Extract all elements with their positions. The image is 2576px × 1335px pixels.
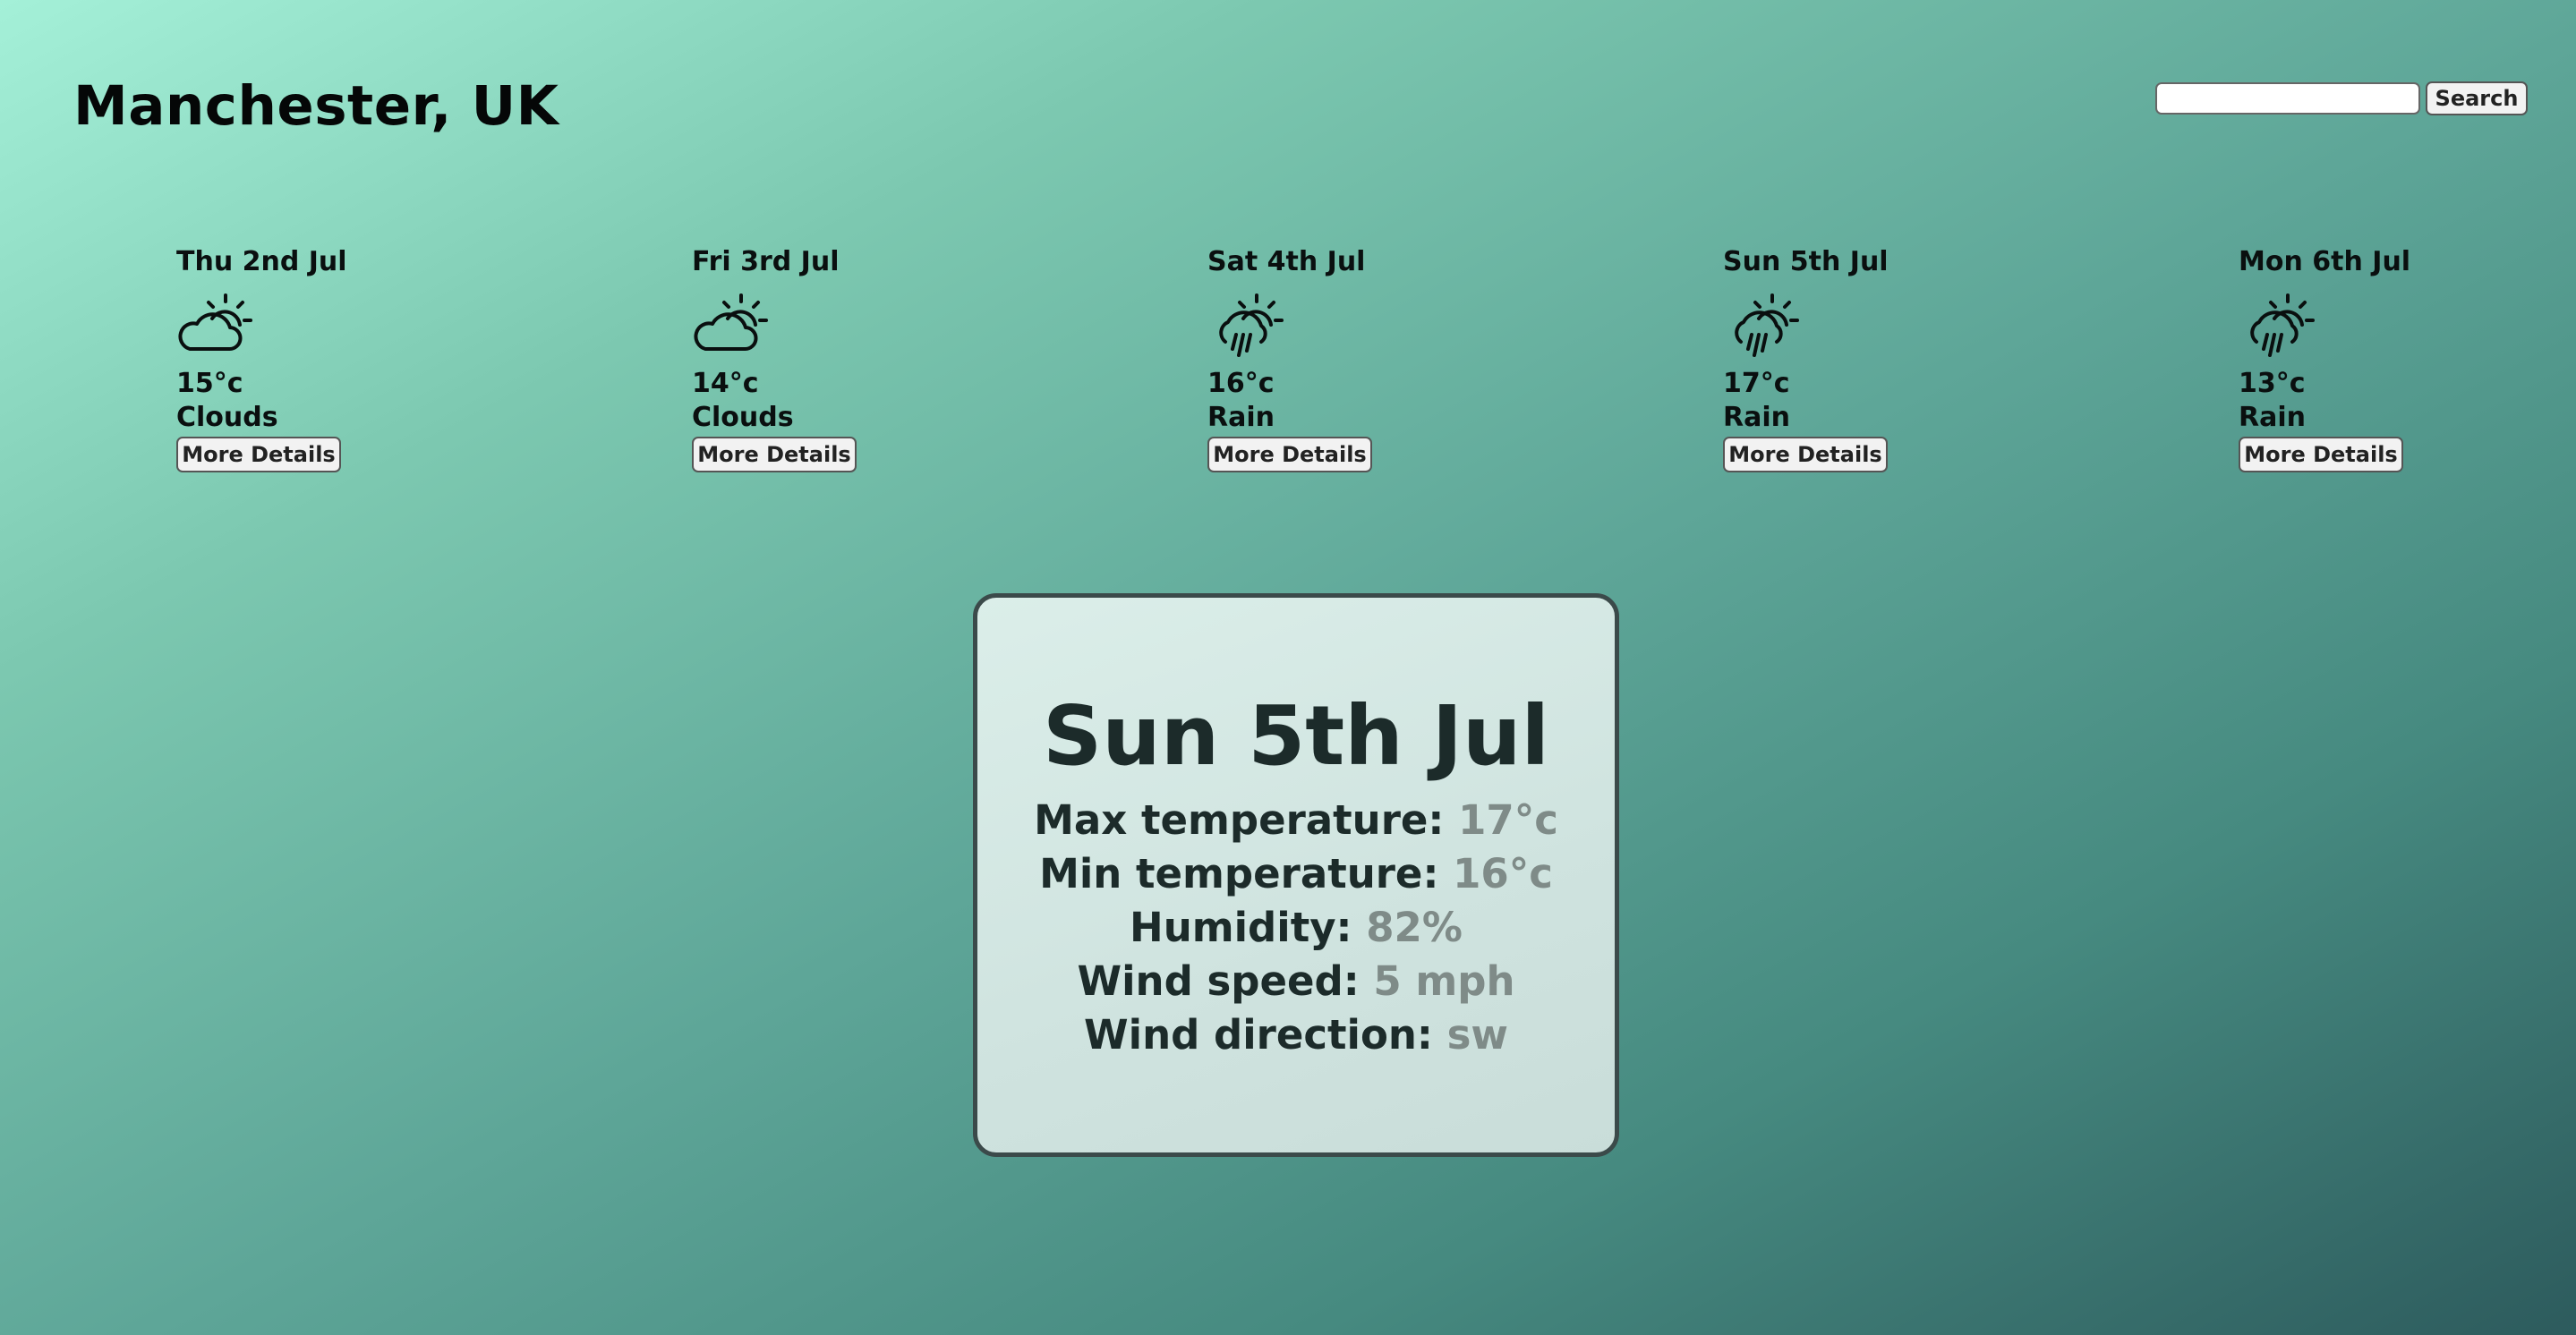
forecast-description: Clouds: [176, 402, 278, 433]
forecast-day-card: Thu 2nd Jul 15°c Clouds More Details: [176, 238, 409, 472]
more-details-button[interactable]: More Details: [692, 437, 857, 472]
weather-detail-panel: Sun 5th Jul Max temperature: 17°c Min te…: [973, 593, 1619, 1157]
forecast-temp: 17°c: [1723, 368, 1790, 399]
max-temperature-value: 17°c: [1458, 796, 1558, 844]
wind-direction-label: Wind direction:: [1084, 1011, 1433, 1059]
wind-speed-row: Wind speed: 5 mph: [977, 955, 1615, 1008]
wind-direction-value: sw: [1446, 1011, 1508, 1059]
more-details-button[interactable]: More Details: [2239, 437, 2403, 472]
forecast-date: Sun 5th Jul: [1723, 246, 1889, 277]
min-temperature-row: Min temperature: 16°c: [977, 847, 1615, 901]
humidity-row: Humidity: 82%: [977, 901, 1615, 955]
humidity-value: 82%: [1366, 904, 1463, 951]
forecast-day-card: Fri 3rd Jul 14°c Clouds More Details: [692, 238, 925, 472]
partly-cloudy-icon: [178, 293, 252, 351]
humidity-label: Humidity:: [1130, 904, 1352, 951]
more-details-button[interactable]: More Details: [1723, 437, 1888, 472]
sun-rain-icon: [1219, 293, 1284, 357]
min-temperature-label: Min temperature:: [1039, 850, 1439, 897]
search-button[interactable]: Search: [2426, 81, 2528, 115]
search-bar: Search: [2155, 81, 2528, 115]
forecast-description: Clouds: [692, 402, 794, 433]
forecast-temp: 16°c: [1207, 368, 1275, 399]
more-details-button[interactable]: More Details: [1207, 437, 1372, 472]
more-details-button[interactable]: More Details: [176, 437, 341, 472]
wind-speed-label: Wind speed:: [1077, 957, 1360, 1005]
sun-rain-icon: [2250, 293, 2315, 357]
search-input[interactable]: [2155, 82, 2420, 115]
forecast-temp: 15°c: [176, 368, 243, 399]
wind-speed-value: 5 mph: [1373, 957, 1515, 1005]
forecast-date: Fri 3rd Jul: [692, 246, 840, 277]
detail-date: Sun 5th Jul: [1042, 688, 1550, 784]
max-temperature-label: Max temperature:: [1034, 796, 1445, 844]
city-title: Manchester, UK: [73, 74, 559, 138]
forecast-description: Rain: [2239, 402, 2306, 433]
forecast-day-card: Mon 6th Jul 13°c Rain More Details: [2239, 238, 2471, 472]
forecast-description: Rain: [1207, 402, 1275, 433]
forecast-date: Thu 2nd Jul: [176, 246, 347, 277]
wind-direction-row: Wind direction: sw: [977, 1008, 1615, 1062]
forecast-temp: 13°c: [2239, 368, 2306, 399]
forecast-row: Thu 2nd Jul 15°c Clouds More Details Fri…: [0, 238, 2576, 489]
detail-list: Max temperature: 17°c Min temperature: 1…: [977, 794, 1615, 1062]
forecast-date: Mon 6th Jul: [2239, 246, 2411, 277]
sun-rain-icon: [1735, 293, 1799, 357]
partly-cloudy-icon: [694, 293, 768, 351]
min-temperature-value: 16°c: [1453, 850, 1553, 897]
forecast-date: Sat 4th Jul: [1207, 246, 1366, 277]
forecast-day-card: Sun 5th Jul 17°c Rain More Details: [1723, 238, 1956, 472]
forecast-day-card: Sat 4th Jul 16°c Rain More Details: [1207, 238, 1440, 472]
forecast-description: Rain: [1723, 402, 1790, 433]
forecast-temp: 14°c: [692, 368, 759, 399]
max-temperature-row: Max temperature: 17°c: [977, 794, 1615, 847]
